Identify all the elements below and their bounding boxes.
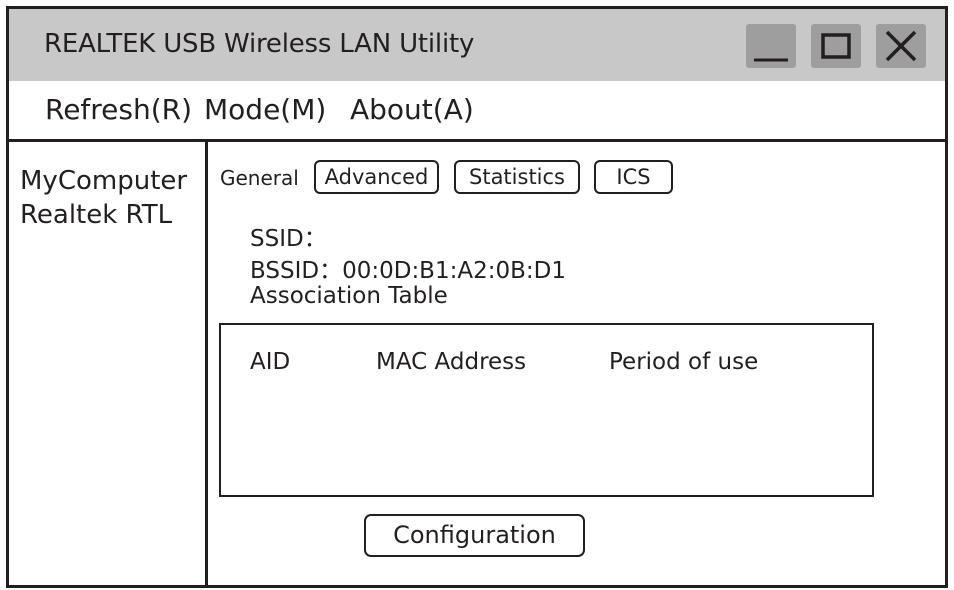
tree-item-mycomputer[interactable]: MyComputer bbox=[20, 166, 187, 196]
window-title: REALTEK USB Wireless LAN Utility bbox=[44, 29, 475, 59]
association-table[interactable]: AID MAC Address Period of use bbox=[219, 323, 874, 497]
main-panel: General Advanced Statistics ICS SSID： BS… bbox=[208, 142, 945, 585]
tree-item-realtek[interactable]: Realtek RTL bbox=[20, 200, 172, 230]
tab-statistics[interactable]: Statistics bbox=[454, 160, 580, 194]
column-header-mac-address: MAC Address bbox=[376, 349, 527, 375]
menu-mode[interactable]: Mode(M) bbox=[204, 93, 326, 126]
bssid-label: BSSID： bbox=[250, 258, 343, 284]
ssid-label: SSID： bbox=[250, 226, 327, 252]
menu-bar: Refresh(R) Mode(M) About(A) bbox=[9, 81, 945, 142]
close-icon bbox=[885, 30, 917, 62]
column-header-period-of-use: Period of use bbox=[609, 349, 759, 375]
close-button[interactable] bbox=[876, 24, 926, 68]
maximize-button[interactable] bbox=[811, 24, 861, 68]
tab-advanced[interactable]: Advanced bbox=[314, 160, 439, 194]
device-tree: MyComputer Realtek RTL bbox=[9, 142, 208, 585]
column-header-aid: AID bbox=[250, 349, 291, 375]
maximize-icon bbox=[821, 33, 851, 59]
tab-ics[interactable]: ICS bbox=[594, 160, 673, 194]
bssid-value: 00:0D:B1:A2:0B:D1 bbox=[342, 258, 566, 284]
minimize-button[interactable] bbox=[746, 24, 796, 68]
bssid-row: BSSID：00:0D:B1:A2:0B:D1 bbox=[250, 251, 566, 285]
menu-about[interactable]: About(A) bbox=[350, 93, 474, 126]
configuration-button[interactable]: Configuration bbox=[364, 514, 585, 557]
app-window: REALTEK USB Wireless LAN Utility Refresh… bbox=[6, 6, 948, 588]
association-table-label: Association Table bbox=[250, 283, 448, 309]
minimize-icon bbox=[754, 58, 788, 62]
title-bar[interactable]: REALTEK USB Wireless LAN Utility bbox=[9, 9, 945, 81]
menu-refresh[interactable]: Refresh(R) bbox=[45, 93, 192, 126]
tab-general[interactable]: General bbox=[220, 166, 299, 190]
